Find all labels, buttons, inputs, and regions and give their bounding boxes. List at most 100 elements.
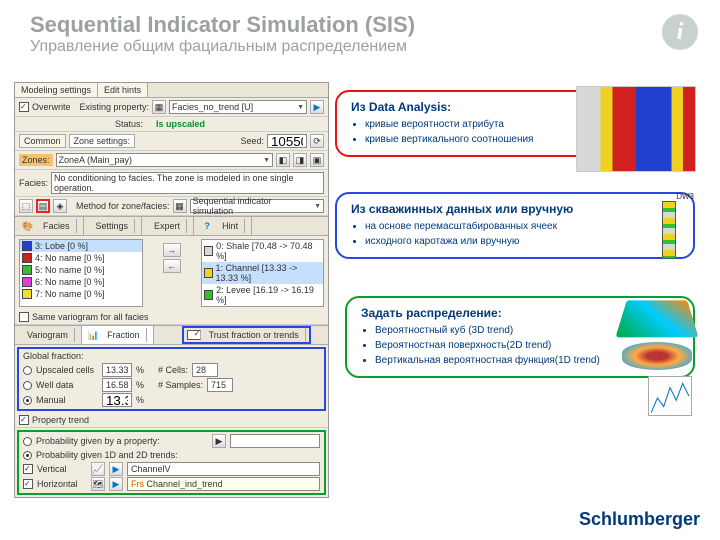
tab-zone-settings[interactable]: Zone settings: bbox=[69, 134, 136, 148]
existing-property-value: Facies_no_trend [U] bbox=[172, 102, 253, 112]
list-item: 1: Channel [13.33 -> 13.33 %] bbox=[202, 262, 324, 284]
radio-welldata[interactable] bbox=[23, 381, 32, 390]
cells-label: # Cells: bbox=[158, 365, 188, 375]
facies-right-list[interactable]: 0: Shale [70.48 -> 70.48 %] 1: Channel [… bbox=[201, 239, 325, 307]
zones-label: Zones: bbox=[19, 154, 53, 166]
upscaled-label: Upscaled cells bbox=[36, 365, 98, 375]
list-item: 0: Shale [70.48 -> 70.48 %] bbox=[202, 240, 324, 262]
horizontal-label: Horizontal bbox=[37, 479, 87, 489]
seed-refresh-icon[interactable]: ⟳ bbox=[310, 134, 324, 148]
prob-1d2d-label: Probability given 1D and 2D trends: bbox=[36, 450, 178, 460]
tab-modeling-settings[interactable]: Modeling settings bbox=[15, 83, 98, 97]
vertical-label: Vertical bbox=[37, 464, 87, 474]
status-label: Status: bbox=[115, 119, 143, 129]
list-item: 7: No name [0 %] bbox=[20, 288, 142, 300]
schlumberger-logo: Schlumberger bbox=[579, 509, 700, 530]
trust-checkbox-group[interactable]: Trust fraction or trends bbox=[182, 326, 311, 344]
well-graphic: DW3 bbox=[644, 192, 694, 264]
tool-icon-3[interactable]: ◈ bbox=[53, 199, 67, 213]
list-item: 2: Levee [16.19 -> 16.19 %] bbox=[202, 284, 324, 306]
vertical-checkbox[interactable] bbox=[23, 464, 33, 474]
overwrite-label: Overwrite bbox=[32, 102, 71, 112]
existing-property-label: Existing property: bbox=[80, 102, 150, 112]
method-icon: ▦ bbox=[173, 199, 187, 213]
vertical-value[interactable]: ChannelV bbox=[127, 462, 320, 476]
zone-icon-3[interactable]: ▣ bbox=[310, 153, 324, 167]
samples-label: # Samples: bbox=[158, 380, 203, 390]
move-right-icon[interactable]: → bbox=[163, 243, 181, 257]
tab-facies[interactable]: 🎨Facies bbox=[15, 217, 84, 235]
tool-icon-2[interactable]: ▤ bbox=[36, 199, 50, 213]
horizontal-checkbox[interactable] bbox=[23, 479, 33, 489]
tab-fraction[interactable]: 📊 Fraction bbox=[82, 326, 154, 344]
seed-label: Seed: bbox=[240, 136, 264, 146]
arrow-icon[interactable]: ▶ bbox=[109, 462, 123, 476]
arrow-icon[interactable]: ▶ bbox=[212, 434, 226, 448]
callout-item: исходного каротажа или вручную bbox=[365, 234, 681, 249]
radio-upscaled[interactable] bbox=[23, 366, 32, 375]
callout-blue-title: Из скважинных данных или вручную bbox=[351, 202, 681, 216]
mini-chart-1 bbox=[576, 86, 696, 172]
welldata-label: Well data bbox=[36, 380, 98, 390]
status-value: Is upscaled bbox=[156, 119, 205, 129]
tab-hint[interactable]: ?Hint bbox=[194, 217, 252, 235]
zones-dropdown[interactable]: ZoneA (Main_pay) ▼ bbox=[56, 153, 273, 167]
facies-left-list[interactable]: 3: Lobe [0 %] 4: No name [0 %] 5: No nam… bbox=[19, 239, 143, 307]
curve-graphic bbox=[648, 376, 692, 416]
chevron-down-icon: ▼ bbox=[297, 104, 304, 111]
cells-value: 28 bbox=[192, 363, 218, 377]
radio-prob-1d2d[interactable] bbox=[23, 451, 32, 460]
next-arrow-icon[interactable]: ▶ bbox=[310, 100, 324, 114]
cube-icon: ▦ bbox=[152, 100, 166, 114]
info-icon: i bbox=[662, 14, 698, 50]
same-variogram-checkbox[interactable] bbox=[19, 312, 29, 322]
property-trend-checkbox[interactable] bbox=[19, 415, 29, 425]
manual-input[interactable] bbox=[102, 393, 132, 407]
list-item: 4: No name [0 %] bbox=[20, 252, 142, 264]
method-value: Sequential indicator simulation bbox=[193, 196, 315, 216]
chevron-down-icon: ▼ bbox=[314, 203, 321, 210]
arrow-icon[interactable]: ▶ bbox=[109, 477, 123, 491]
tab-common[interactable]: Common bbox=[19, 134, 66, 148]
same-variogram-label: Same variogram for all facies bbox=[32, 312, 149, 322]
cube-graphic bbox=[615, 300, 698, 337]
prob-property-label: Probability given by a property: bbox=[36, 436, 160, 446]
method-label: Method for zone/facies: bbox=[76, 201, 170, 211]
chevron-down-icon: ▼ bbox=[263, 157, 270, 164]
radio-prob-property[interactable] bbox=[23, 437, 32, 446]
list-item: 3: Lobe [0 %] bbox=[20, 240, 142, 252]
slide-title: Sequential Indicator Simulation (SIS) bbox=[30, 12, 415, 38]
zone-icon-2[interactable]: ◨ bbox=[293, 153, 307, 167]
tab-variogram[interactable]: Variogram bbox=[15, 326, 82, 344]
move-left-icon[interactable]: ← bbox=[163, 259, 181, 273]
list-item: 6: No name [0 %] bbox=[20, 276, 142, 288]
radio-manual[interactable] bbox=[23, 396, 32, 405]
welldata-value: 16.58 bbox=[102, 378, 132, 392]
prob-property-field[interactable] bbox=[230, 434, 320, 448]
facies-text: No conditioning to facies. The zone is m… bbox=[51, 172, 324, 194]
seed-input[interactable] bbox=[267, 134, 307, 148]
upscaled-value: 13.33 bbox=[102, 363, 132, 377]
tab-settings[interactable]: Settings bbox=[84, 217, 143, 235]
overwrite-checkbox[interactable] bbox=[19, 102, 29, 112]
global-fraction-label: Global fraction: bbox=[23, 351, 320, 361]
facies-label: Facies: bbox=[19, 178, 48, 188]
vertical-link-icon[interactable]: 📈 bbox=[91, 462, 105, 476]
tool-icon-1[interactable]: ⬚ bbox=[19, 199, 33, 213]
zones-value: ZoneA (Main_pay) bbox=[59, 155, 133, 165]
well-label: DW3 bbox=[644, 192, 694, 201]
modeling-panel: Modeling settings Edit hints Overwrite E… bbox=[14, 82, 329, 498]
horizontal-field[interactable]: Frs Channel_ind_trend bbox=[127, 477, 320, 491]
horizontal-link-icon[interactable]: 🗺 bbox=[91, 477, 105, 491]
global-fraction-block: Global fraction: Upscaled cells 13.33 % … bbox=[17, 347, 326, 411]
samples-value: 715 bbox=[207, 378, 233, 392]
tab-expert[interactable]: Expert bbox=[142, 217, 194, 235]
zone-icon-1[interactable]: ◧ bbox=[276, 153, 290, 167]
surface-graphic bbox=[622, 342, 692, 370]
slide-subtitle: Управление общим фациальным распределени… bbox=[30, 38, 407, 56]
callout-well-data: Из скважинных данных или вручную на осно… bbox=[335, 192, 695, 259]
method-dropdown[interactable]: Sequential indicator simulation ▼ bbox=[190, 199, 324, 213]
existing-property-dropdown[interactable]: Facies_no_trend [U] ▼ bbox=[169, 100, 307, 114]
tab-edit-hints[interactable]: Edit hints bbox=[98, 83, 148, 97]
manual-label: Manual bbox=[36, 395, 98, 405]
